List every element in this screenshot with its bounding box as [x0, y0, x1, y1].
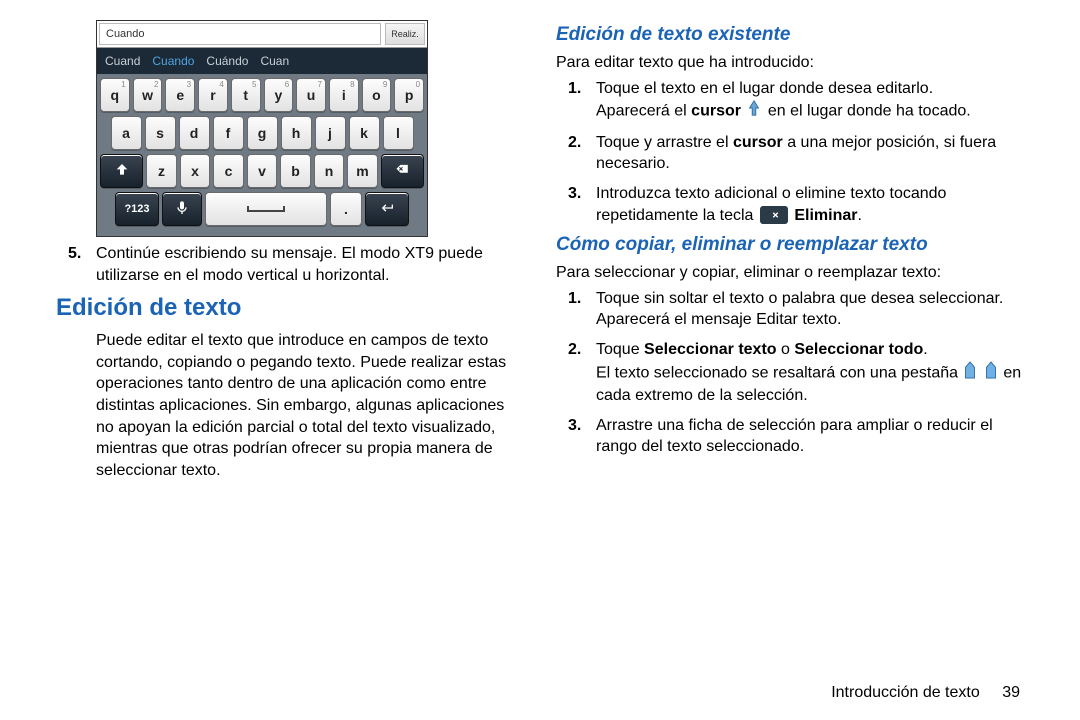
kb-row-1: q1 w2 e3 r4 t5 y6 u7 i8 o9 p0: [99, 78, 425, 112]
kb-key-y: y6: [264, 78, 294, 112]
kb-key-m: m: [347, 154, 378, 188]
heading-copiar-eliminar-reemplazar: Cómo copiar, eliminar o reemplazar texto: [556, 234, 1024, 256]
footer-section: Introducción de texto: [831, 684, 980, 701]
kb-key-p: p0: [394, 78, 424, 112]
kb-key-return: [365, 192, 409, 226]
kb-key-d: d: [179, 116, 210, 150]
kb-key-shift: [100, 154, 143, 188]
footer-page-number: 39: [1002, 684, 1020, 701]
intro-b: Para seleccionar y copiar, eliminar o re…: [556, 262, 1024, 284]
kb-sugg-2: Cuándo: [206, 54, 248, 68]
page-footer: Introducción de texto 39: [831, 684, 1020, 702]
step-b1: Toque sin soltar el texto o palabra que …: [596, 288, 1024, 331]
kb-key-v: v: [247, 154, 278, 188]
backspace-icon: [394, 162, 410, 181]
kb-done-button: Realiz.: [385, 23, 425, 45]
step-b3: Arrastre una ficha de selección para amp…: [596, 415, 1024, 458]
kb-row-3: z x c v b n m: [99, 154, 425, 188]
kb-key-s: s: [145, 116, 176, 150]
kb-sugg-3: Cuan: [260, 54, 289, 68]
kb-key-k: k: [349, 116, 380, 150]
kb-key-j: j: [315, 116, 346, 150]
kb-key-q: q1: [100, 78, 130, 112]
kb-key-backspace: [381, 154, 424, 188]
selection-tab-left-icon: [964, 361, 976, 386]
kb-sugg-0: Cuand: [105, 54, 140, 68]
kb-key-period: .: [330, 192, 362, 226]
kb-key-e: e3: [165, 78, 195, 112]
keyboard-figure: Cuando Realiz. Cuand Cuando Cuándo Cuan …: [96, 20, 428, 237]
kb-key-n: n: [314, 154, 345, 188]
kb-key-i: i8: [329, 78, 359, 112]
heading-edicion-texto-existente: Edición de texto existente: [556, 24, 1024, 46]
kb-key-g: g: [247, 116, 278, 150]
step-a1: Toque el texto en el lugar donde desea e…: [596, 78, 1024, 124]
kb-row-2: a s d f g h j k l: [99, 116, 425, 150]
kb-suggestion-bar: Cuand Cuando Cuándo Cuan: [97, 48, 427, 74]
kb-key-space: [205, 192, 327, 226]
kb-key-t: t5: [231, 78, 261, 112]
kb-key-f: f: [213, 116, 244, 150]
kb-key-a: a: [111, 116, 142, 150]
kb-key-x: x: [180, 154, 211, 188]
kb-input-field: Cuando: [99, 23, 381, 45]
kb-key-z: z: [146, 154, 177, 188]
intro-a: Para editar texto que ha introducido:: [556, 52, 1024, 74]
mic-icon: [174, 200, 190, 219]
kb-key-w: w2: [133, 78, 163, 112]
cursor-icon: [747, 99, 761, 124]
space-icon: [246, 201, 286, 217]
kb-key-o: o9: [362, 78, 392, 112]
kb-key-h: h: [281, 116, 312, 150]
left-paragraph: Puede editar el texto que introduce en c…: [96, 330, 524, 481]
kb-key-l: l: [383, 116, 414, 150]
step-a2: Toque y arrastre el cursor a una mejor p…: [596, 132, 1024, 175]
selection-tab-right-icon: [985, 361, 997, 386]
kb-key-b: b: [280, 154, 311, 188]
delete-key-icon: [760, 206, 788, 224]
arrow-up-icon: [114, 162, 130, 181]
kb-row-4: ?123 .: [99, 192, 425, 226]
kb-key-c: c: [213, 154, 244, 188]
kb-sugg-1: Cuando: [152, 54, 194, 68]
heading-edicion-de-texto: Edición de texto: [56, 294, 524, 322]
kb-key-symbols: ?123: [115, 192, 159, 226]
step-b2: Toque Seleccionar texto o Seleccionar to…: [596, 339, 1024, 407]
kb-key-mic: [162, 192, 202, 226]
kb-key-u: u7: [296, 78, 326, 112]
kb-key-r: r4: [198, 78, 228, 112]
return-icon: [379, 200, 395, 219]
left-step-5: Continúe escribiendo su mensaje. El modo…: [96, 243, 524, 286]
step-a3: Introduzca texto adicional o elimine tex…: [596, 183, 1024, 226]
